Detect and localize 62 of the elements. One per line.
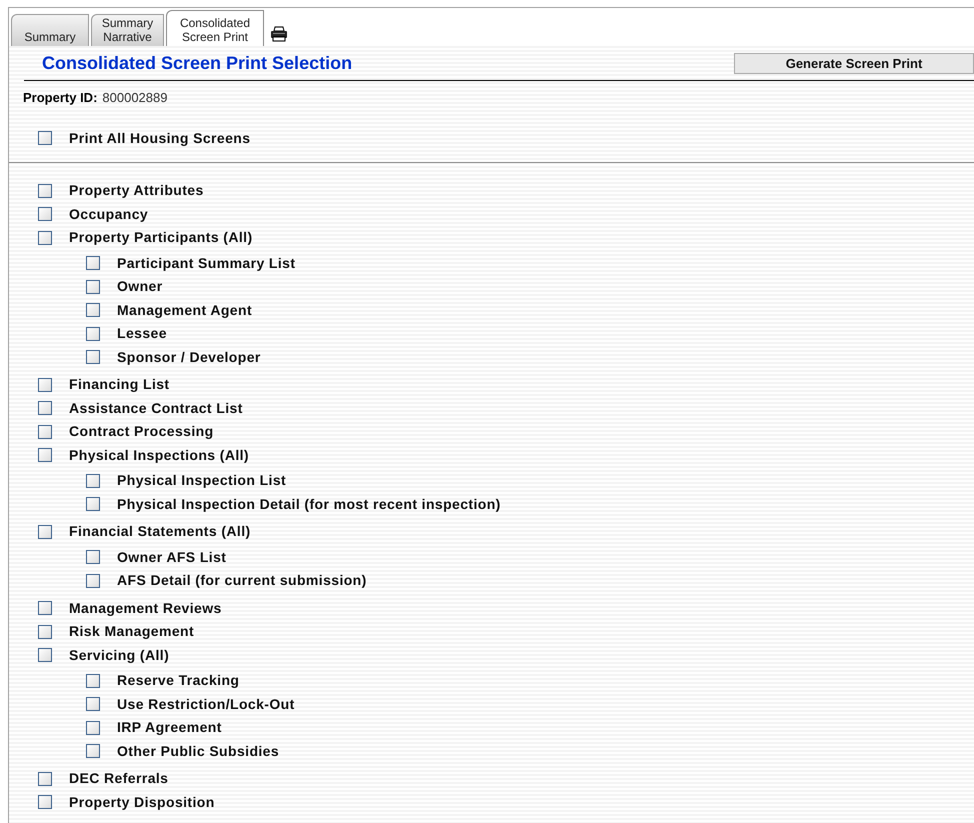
option-label: Risk Management: [69, 622, 194, 642]
checkbox[interactable]: [38, 230, 52, 245]
option-label: Assistance Contract List: [69, 398, 243, 418]
option-label: Physical Inspections (All): [69, 446, 249, 465]
option-label: Financing List: [69, 375, 170, 394]
checkbox[interactable]: [86, 256, 100, 270]
tab[interactable]: Summary Narrative: [91, 14, 164, 46]
option-label: IRP Agreement: [117, 718, 222, 738]
checkbox[interactable]: [86, 744, 100, 758]
option-label: Management Agent: [117, 300, 252, 320]
checkbox[interactable]: [38, 184, 52, 198]
option-label: Servicing (All): [69, 646, 170, 665]
checkbox[interactable]: [86, 350, 100, 364]
checkbox[interactable]: [86, 497, 100, 512]
option-label: Owner AFS List: [117, 548, 226, 567]
tab[interactable]: Summary: [11, 14, 89, 46]
option-label: Property Disposition: [69, 792, 215, 812]
generate-screen-print-button[interactable]: Generate Screen Print: [734, 52, 974, 74]
option-label: Physical Inspection List: [117, 471, 286, 490]
option-label: AFS Detail (for current submission): [117, 571, 367, 590]
property-id-label: Property ID:: [23, 89, 98, 107]
checkbox[interactable]: [38, 131, 52, 146]
option-label: Use Restriction/Lock-Out: [117, 694, 295, 714]
option-label: Physical Inspection Detail (for most recent inspection): [117, 494, 501, 514]
option-label: Lessee: [117, 324, 167, 344]
checkbox[interactable]: [86, 280, 100, 294]
option-label: Property Participants (All): [69, 228, 253, 248]
option-label: Reserve Tracking: [117, 671, 240, 690]
checkbox[interactable]: [38, 524, 52, 539]
checkbox[interactable]: [38, 772, 52, 786]
printer-icon[interactable]: [270, 26, 288, 42]
tab[interactable]: Consolidated Screen Print: [166, 10, 264, 46]
option-label: Other Public Subsidies: [117, 742, 280, 761]
option-label: Sponsor / Developer: [117, 348, 261, 367]
option-label: Occupancy: [69, 204, 148, 224]
option-label: Owner: [117, 277, 163, 296]
checkbox[interactable]: [38, 424, 52, 439]
option-label: Financial Statements (All): [69, 522, 251, 542]
checkbox[interactable]: [86, 574, 100, 588]
checkbox[interactable]: [86, 474, 100, 488]
checkbox[interactable]: [38, 624, 52, 639]
checkbox[interactable]: [86, 697, 100, 712]
option-label: Contract Processing: [69, 422, 214, 442]
option-label: DEC Referrals: [69, 769, 168, 788]
checkbox[interactable]: [86, 550, 100, 564]
checkbox[interactable]: [86, 674, 100, 688]
checkbox[interactable]: [38, 448, 52, 462]
checkbox[interactable]: [86, 326, 100, 341]
option-label: Print All Housing Screens: [69, 128, 250, 148]
option-label: Participant Summary List: [117, 254, 296, 273]
checkbox[interactable]: [86, 303, 100, 318]
property-id-value: 800002889: [102, 89, 168, 107]
checkbox[interactable]: [86, 720, 100, 735]
checkbox[interactable]: [38, 401, 52, 416]
option-label: Management Reviews: [69, 598, 222, 618]
checkbox[interactable]: [38, 207, 52, 222]
option-label: Property Attributes: [69, 181, 204, 200]
page-title: Consolidated Screen Print Selection: [42, 52, 352, 74]
checkbox[interactable]: [38, 648, 52, 662]
checkbox[interactable]: [38, 378, 52, 392]
checkbox[interactable]: [38, 601, 52, 616]
checkbox[interactable]: [38, 795, 52, 810]
